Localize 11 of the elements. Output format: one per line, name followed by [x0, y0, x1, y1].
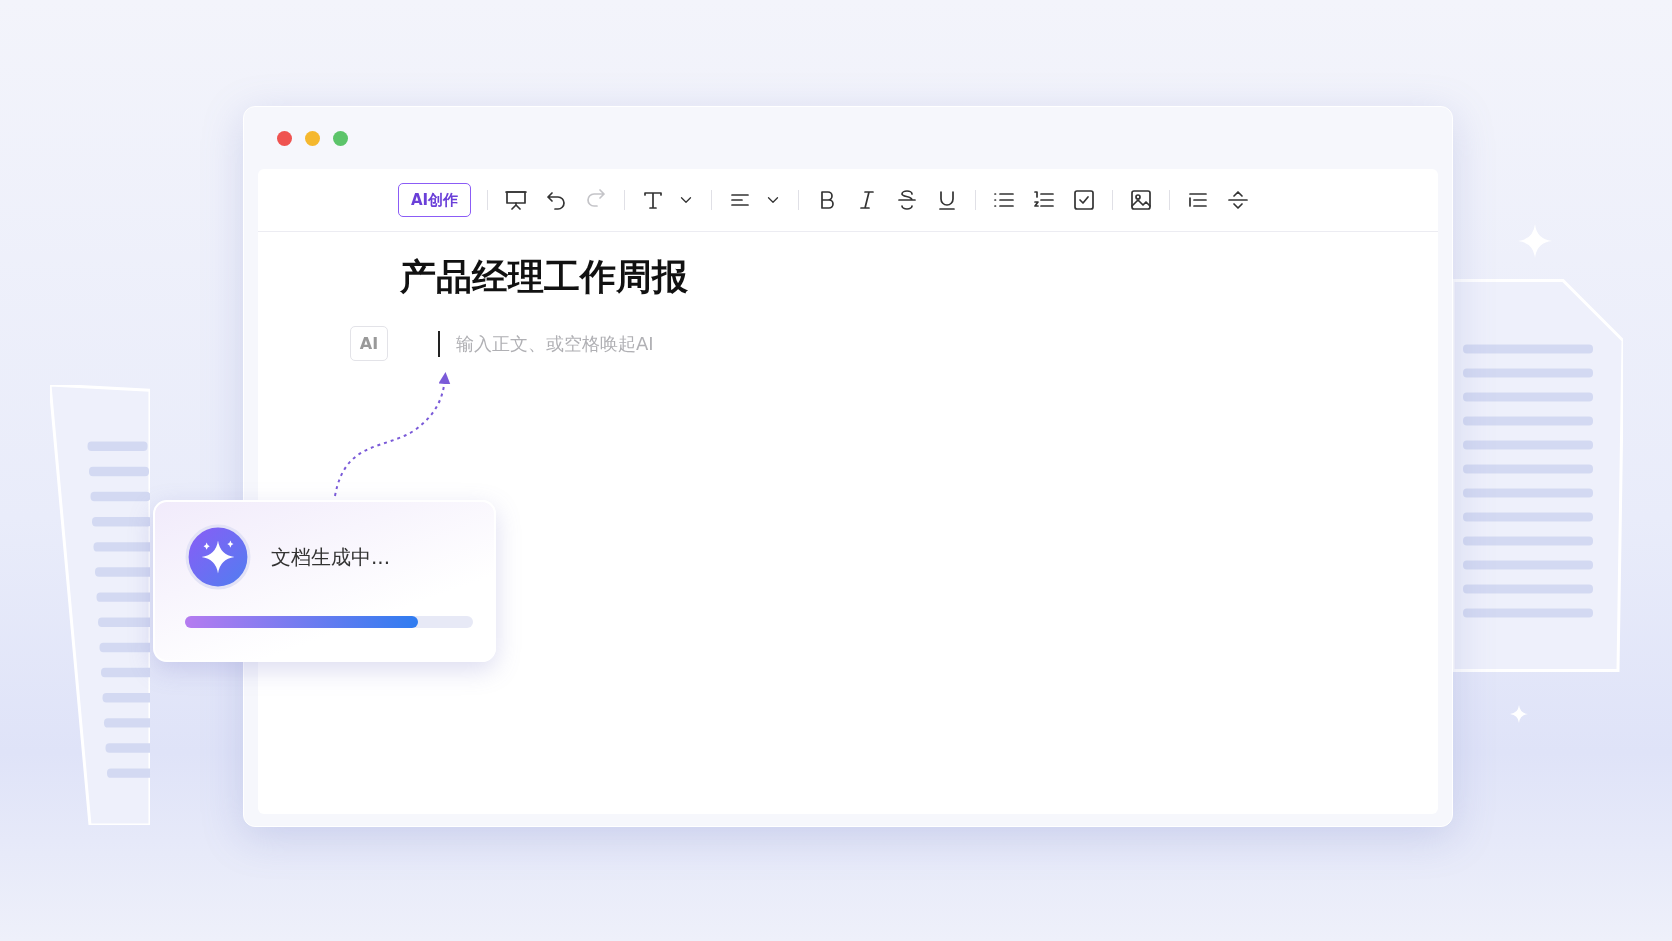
sparkle-icon [1510, 705, 1528, 723]
document-title: 产品经理工作周报 [400, 255, 689, 299]
divider-icon[interactable] [1226, 188, 1251, 212]
presentation-icon[interactable] [504, 188, 529, 212]
body-input-field[interactable]: 输入正文、或空格唤起AI [438, 330, 838, 357]
ai-create-button[interactable]: AI创作 [398, 183, 472, 217]
checkbox-icon[interactable] [1072, 188, 1097, 212]
close-button[interactable] [277, 130, 292, 146]
status-text: 文档生成中... [271, 543, 391, 571]
image-icon[interactable] [1129, 188, 1154, 212]
sparkle-icon [185, 524, 251, 590]
